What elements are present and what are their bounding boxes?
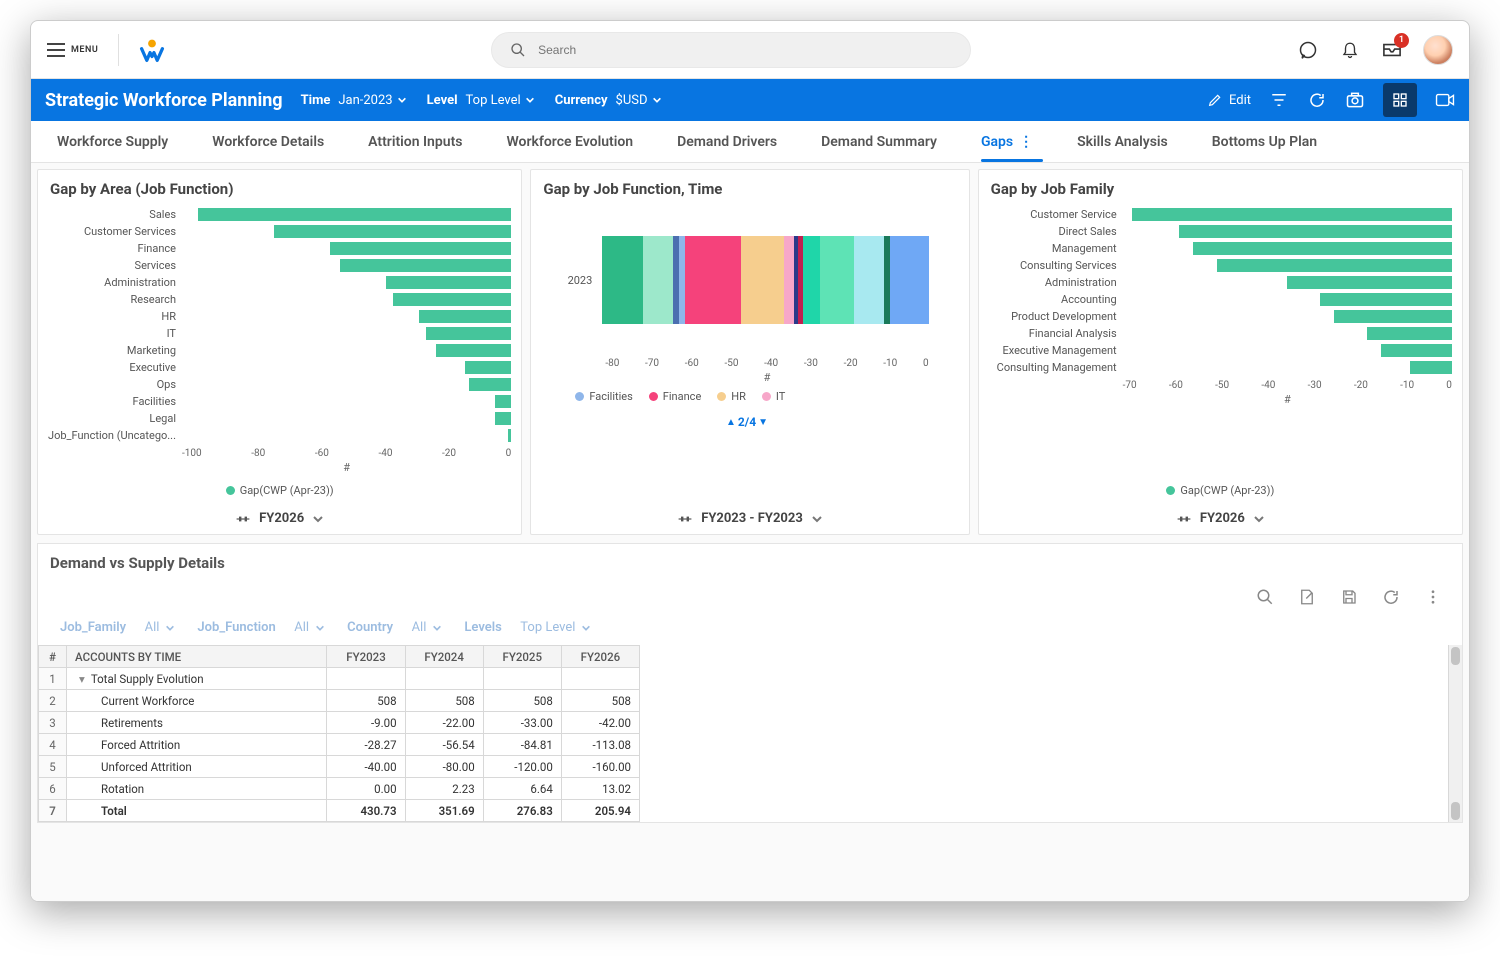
search-icon	[510, 42, 526, 58]
menu-label: MENU	[71, 45, 98, 55]
panel-demand-vs-supply: Demand vs Supply Details Job_Family All …	[37, 543, 1463, 823]
content: Gap by Area (Job Function) SalesCustomer…	[31, 163, 1469, 901]
panel-gap-by-family: Gap by Job Family Customer ServiceDirect…	[978, 169, 1463, 535]
search-input[interactable]	[538, 43, 952, 57]
context-label: Time	[301, 93, 331, 108]
table-row[interactable]: 1▾Total Supply Evolution	[39, 668, 640, 690]
filter-icon[interactable]	[1269, 90, 1289, 110]
filter-country[interactable]: Country All	[347, 620, 442, 635]
table-row[interactable]: 3Retirements-9.00-22.00-33.00-42.00	[39, 712, 640, 734]
avatar[interactable]	[1423, 35, 1453, 65]
panel-footer-1[interactable]: FY2026	[38, 503, 521, 534]
bell-icon[interactable]	[1339, 39, 1361, 61]
divider	[118, 34, 119, 66]
tabs: Workforce SupplyWorkforce DetailsAttriti…	[31, 121, 1469, 163]
panel-gap-by-function-time: Gap by Job Function, Time 2023 -80-70-60…	[530, 169, 969, 535]
context-bar: Strategic Workforce Planning Time Jan-20…	[31, 79, 1469, 121]
table-row[interactable]: 4Forced Attrition-28.27-56.54-84.81-113.…	[39, 734, 640, 756]
pencil-icon	[1207, 92, 1223, 108]
inbox-icon[interactable]: 1	[1381, 39, 1403, 61]
refresh-icon[interactable]	[1307, 90, 1327, 110]
details-title: Demand vs Supply Details	[38, 544, 1462, 582]
chevron-down-icon	[312, 513, 324, 525]
page-title: Strategic Workforce Planning	[45, 90, 283, 111]
panel-footer-3[interactable]: FY2026	[979, 503, 1462, 534]
tab-attrition-inputs[interactable]: Attrition Inputs	[346, 121, 484, 162]
chart-gap-by-family: Customer ServiceDirect SalesManagementCo…	[979, 202, 1462, 478]
tab-workforce-evolution[interactable]: Workforce Evolution	[484, 121, 655, 162]
table-row[interactable]: 6Rotation0.002.236.6413.02	[39, 778, 640, 800]
edit-button[interactable]: Edit	[1207, 92, 1251, 108]
chevron-down-icon	[811, 513, 823, 525]
tab-skills-analysis[interactable]: Skills Analysis	[1055, 121, 1190, 162]
notification-badge: 1	[1394, 33, 1409, 48]
filter-job_function[interactable]: Job_Function All	[197, 620, 325, 635]
table-row[interactable]: 5Unforced Attrition-40.00-80.00-120.00-1…	[39, 756, 640, 778]
scrollbar-vertical[interactable]	[1448, 645, 1462, 822]
table-row[interactable]: 7Total430.73351.69276.83205.94	[39, 800, 640, 822]
search-box[interactable]	[491, 32, 971, 68]
panel-gap-by-area: Gap by Area (Job Function) SalesCustomer…	[37, 169, 522, 535]
chevron-down-icon	[1253, 513, 1265, 525]
context-label: Level	[427, 93, 458, 108]
grid-view-icon[interactable]	[1383, 83, 1417, 117]
tab-gaps[interactable]: Gaps⋮	[959, 121, 1055, 162]
tab-demand-drivers[interactable]: Demand Drivers	[655, 121, 799, 162]
panel-title: Gap by Job Function, Time	[531, 170, 968, 202]
chat-icon[interactable]	[1297, 39, 1319, 61]
tab-demand-summary[interactable]: Demand Summary	[799, 121, 959, 162]
edit-sheet-icon[interactable]	[1298, 588, 1316, 606]
slider-icon	[677, 513, 693, 525]
menu-button[interactable]: MENU	[47, 43, 98, 57]
panel-title: Gap by Area (Job Function)	[38, 170, 521, 202]
topbar: MENU 1	[31, 21, 1469, 79]
refresh-icon[interactable]	[1382, 588, 1400, 606]
panel-title: Gap by Job Family	[979, 170, 1462, 202]
context-label: Currency	[555, 93, 608, 108]
details-toolbar	[38, 582, 1462, 616]
camera-icon[interactable]	[1345, 90, 1365, 110]
table-row[interactable]: 2Current Workforce508508508508	[39, 690, 640, 712]
filter-levels[interactable]: Levels Top Level	[464, 620, 591, 635]
video-icon[interactable]	[1435, 90, 1455, 110]
slider-icon	[1176, 513, 1192, 525]
context-value-dropdown[interactable]: $USD	[616, 93, 662, 108]
chart-gap-by-area: SalesCustomer ServicesFinanceServicesAdm…	[38, 202, 521, 478]
context-value-dropdown[interactable]: Top Level	[466, 93, 535, 108]
legend-pager[interactable]: ▲2/4▼	[535, 415, 958, 429]
save-icon[interactable]	[1340, 588, 1358, 606]
logo[interactable]	[139, 37, 165, 63]
details-filters: Job_Family All Job_Function All Country …	[38, 616, 1462, 645]
details-table-wrap: #ACCOUNTS BY TIMEFY2023FY2024FY2025FY202…	[38, 645, 1462, 822]
panel-footer-2[interactable]: FY2023 - FY2023	[531, 503, 968, 534]
tab-bottoms-up-plan[interactable]: Bottoms Up Plan	[1190, 121, 1339, 162]
filter-job_family[interactable]: Job_Family All	[60, 620, 175, 635]
slider-icon	[235, 513, 251, 525]
tab-workforce-details[interactable]: Workforce Details	[190, 121, 346, 162]
hamburger-icon	[47, 43, 65, 57]
details-table: #ACCOUNTS BY TIMEFY2023FY2024FY2025FY202…	[38, 645, 640, 822]
chart-gap-by-function-time: 2023 -80-70-60-50-40-30-20-100 # Facilit…	[531, 202, 968, 503]
tab-workforce-supply[interactable]: Workforce Supply	[35, 121, 190, 162]
stacked-bar	[602, 236, 928, 324]
kebab-icon[interactable]	[1424, 588, 1442, 606]
search-icon[interactable]	[1256, 588, 1274, 606]
context-value-dropdown[interactable]: Jan-2023	[338, 93, 406, 108]
